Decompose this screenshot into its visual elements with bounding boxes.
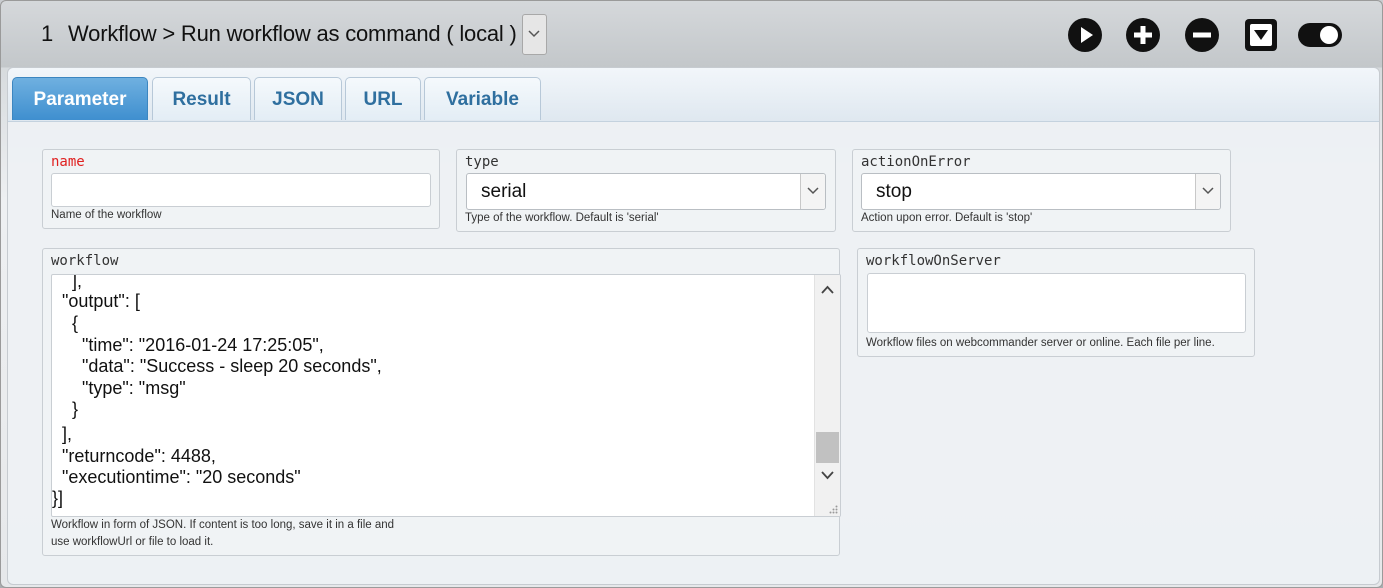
workflow-label: workflow xyxy=(51,253,119,269)
title-bar: 1 Workflow > Run workflow as command ( l… xyxy=(1,1,1382,67)
name-help: Name of the workflow xyxy=(51,209,162,221)
tab-result[interactable]: Result xyxy=(152,77,251,120)
workflow-on-server-help: Workflow files on webcommander server or… xyxy=(866,337,1215,349)
chevron-up-icon[interactable] xyxy=(821,285,834,294)
collapse-icon[interactable] xyxy=(1243,17,1279,53)
action-on-error-select-value: stop xyxy=(876,181,912,202)
workflow-on-server-field-group: workflowOnServer Workflow files on webco… xyxy=(857,248,1255,357)
type-help: Type of the workflow. Default is 'serial… xyxy=(465,212,659,224)
code-line: "data": "Success - sleep 20 seconds", xyxy=(52,356,382,376)
toggle-icon[interactable] xyxy=(1297,17,1343,53)
parameter-panel: Parameter Result JSON URL Variable name … xyxy=(7,67,1380,585)
workflow-on-server-textarea[interactable] xyxy=(867,273,1246,333)
workflow-textarea[interactable]: ], "output": [ { "time": "2016-01-24 17:… xyxy=(51,274,841,517)
type-select-value: serial xyxy=(481,181,527,202)
chevron-down-icon xyxy=(528,30,540,38)
name-input[interactable] xyxy=(51,173,431,207)
minus-icon[interactable] xyxy=(1184,17,1220,53)
tab-url[interactable]: URL xyxy=(345,77,421,120)
type-field-group: type serial Type of the workflow. Defaul… xyxy=(456,149,836,232)
tab-variable[interactable]: Variable xyxy=(424,77,541,120)
code-line: "executiontime": "20 seconds" xyxy=(52,467,301,487)
workflow-window: 1 Workflow > Run workflow as command ( l… xyxy=(0,0,1383,588)
code-line: "type": "msg" xyxy=(52,378,186,398)
code-line: ], xyxy=(52,424,73,444)
type-select[interactable]: serial xyxy=(466,173,826,210)
code-line: } xyxy=(52,399,79,419)
workflow-scrollbar[interactable] xyxy=(814,275,840,516)
action-on-error-label: actionOnError xyxy=(861,154,971,170)
code-line: "output": [ xyxy=(52,291,140,311)
workflow-help-line-1: Workflow in form of JSON. If content is … xyxy=(51,519,395,531)
workflow-number: 1 xyxy=(41,21,54,46)
action-on-error-field-group: actionOnError stop Action upon error. De… xyxy=(852,149,1231,232)
tab-bar: Parameter Result JSON URL Variable xyxy=(8,68,1379,122)
workflow-field-group: workflow ], "output": [ { "time": "2016-… xyxy=(42,248,841,556)
plus-icon[interactable] xyxy=(1125,17,1161,53)
code-line: }] xyxy=(52,488,64,508)
scrollbar-thumb[interactable] xyxy=(816,432,839,463)
chevron-down-icon xyxy=(807,187,819,195)
workflow-title: Workflow > Run workflow as command ( loc… xyxy=(68,21,517,46)
name-field-group: name Name of the workflow xyxy=(42,149,440,229)
code-line: "time": "2016-01-24 17:25:05", xyxy=(52,335,324,355)
name-label: name xyxy=(51,154,85,170)
workflow-on-server-label: workflowOnServer xyxy=(866,253,1001,269)
code-line: ], xyxy=(52,274,83,291)
chevron-down-icon[interactable] xyxy=(821,471,834,480)
title-dropdown-button[interactable] xyxy=(522,14,547,55)
play-icon[interactable] xyxy=(1067,17,1103,53)
action-on-error-help: Action upon error. Default is 'stop' xyxy=(861,212,1033,224)
code-line: "returncode": 4488, xyxy=(52,446,216,466)
action-on-error-select[interactable]: stop xyxy=(861,173,1221,210)
chevron-down-icon xyxy=(1202,187,1214,195)
tab-parameter[interactable]: Parameter xyxy=(12,77,148,120)
workflow-help-line-2: use workflowUrl or file to load it. xyxy=(51,536,214,548)
resize-grip-icon[interactable] xyxy=(829,505,838,514)
code-line: { xyxy=(52,313,79,333)
tab-json[interactable]: JSON xyxy=(254,77,342,120)
type-label: type xyxy=(465,154,499,170)
